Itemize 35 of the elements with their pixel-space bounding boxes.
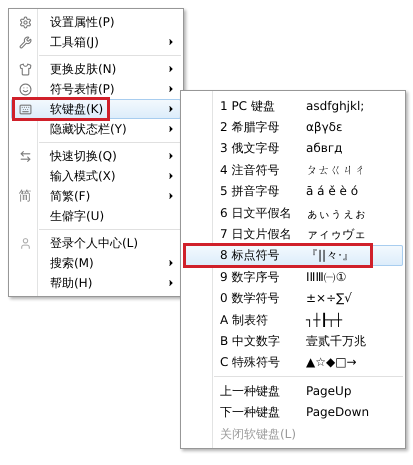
menu-item[interactable]: 4 注音符号 ㄆㄊㄍㄐㄔ [183,159,403,181]
menu-item[interactable]: B 中文数字 壹贰千万兆 [183,330,403,352]
arrows-icon [18,150,32,162]
menu-item[interactable]: 输入模式(X) [11,166,181,186]
menu-item[interactable]: 下一种键盘 PageDown [183,401,403,423]
menu-item[interactable]: 6 日文平假名 ぁぃぅぇぉ [183,202,403,224]
menu-item[interactable]: 2 希腊字母 αβγδε [183,116,403,138]
gear-icon [18,16,32,28]
menu-item[interactable]: 帮助(H) [11,273,181,293]
menu-item[interactable]: 简 简繁(F) [11,186,181,206]
menu-item[interactable]: 隐藏状态栏(Y) [11,119,181,139]
menu-item[interactable]: 登录个人中心(L) [11,233,181,253]
menu-item[interactable]: 1 PC 键盘 asdfghjkl; [183,95,403,116]
wrench-icon [18,36,32,48]
menu-item[interactable]: 快速切换(Q) [11,146,181,166]
menu-item[interactable]: 5 拼音字母 ā á ě è ó [183,180,403,202]
menu-item[interactable]: 9 数字序号 ⅠⅡⅢ㈠① [183,266,403,288]
menu-item[interactable]: 更换皮肤(N) [11,59,181,79]
menu-item[interactable]: 符号表情(P) [11,79,181,99]
menu-item[interactable]: 工具箱(J) [11,32,181,52]
smiley-icon [18,82,32,96]
menu-item[interactable]: 设置属性(P) [11,12,181,32]
menu-item[interactable]: 7 日文片假名 ァィゥヴェ [183,223,403,245]
menu-item[interactable]: 上一种键盘 PageUp [183,380,403,402]
menu-item[interactable]: C 特殊符号 ▲☆◆□→ [183,352,403,374]
menu-item[interactable]: 0 数学符号 ±×÷∑√ [183,288,403,309]
person-icon [18,236,32,250]
menu-item[interactable]: 软键盘(K) [11,99,181,119]
menu-item[interactable]: 搜索(M) [11,253,181,273]
keyboard-icon [18,102,32,116]
shirt-icon [18,62,32,76]
simplified-icon: 简 [18,190,32,202]
menu-item[interactable]: 3 俄文字母 абвгд [183,138,403,160]
menu-item[interactable]: 生僻字(U) [11,206,181,226]
menu-item[interactable]: A 制表符 ┐┼┠┬┼ [183,308,403,330]
